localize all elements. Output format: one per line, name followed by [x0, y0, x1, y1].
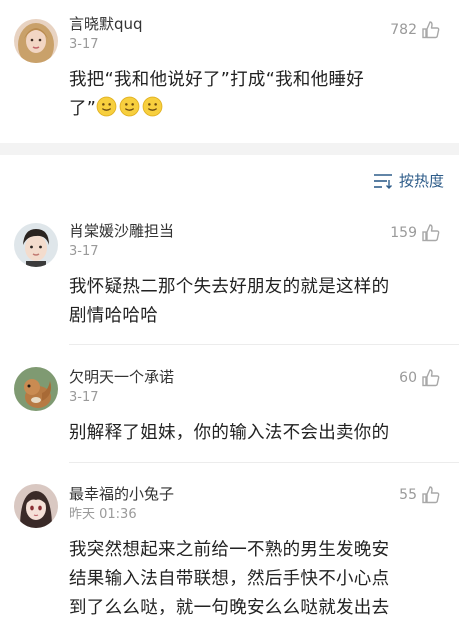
divider — [69, 462, 459, 463]
avatar[interactable] — [14, 367, 58, 411]
thumbs-up-icon — [422, 486, 440, 504]
comment-date: 3-17 — [69, 37, 99, 52]
comment-text-line: 结果输入法自带联想，然后手快不小心点 — [69, 569, 390, 589]
comment-text-line: 别解释了姐妹，你的输入法不会出卖你的 — [69, 423, 390, 443]
like-count: 60 — [399, 370, 417, 386]
sort-by-hot-button[interactable]: 按热度 — [373, 170, 444, 191]
like-button[interactable]: 159 — [390, 223, 441, 243]
smile-emoji-icon — [119, 96, 140, 117]
comment-text-line: 我把“我和他说好了”打成“我和他睡好 — [69, 70, 365, 90]
comment-text-line: 我怀疑热二那个失去好朋友的就是这样的 — [69, 277, 390, 297]
like-button[interactable]: 55 — [399, 485, 441, 505]
smile-emoji-icon — [142, 96, 163, 117]
comment-date: 3-17 — [69, 390, 99, 405]
comment-date: 昨天 01:36 — [69, 507, 137, 522]
comment-text: 我突然想起来之前给一不熟的男生发晚安 结果输入法自带联想，然后手快不小心点 到了… — [69, 536, 441, 623]
sort-lines-icon — [373, 173, 392, 189]
comment-text-line: 到了么么哒，就一句晚安么么哒就发出去 — [69, 598, 390, 618]
sort-label: 按热度 — [398, 172, 444, 190]
like-button[interactable]: 782 — [390, 20, 441, 40]
username[interactable]: 欠明天一个承诺 — [69, 367, 441, 387]
comment-text-fragment: 了” — [69, 99, 97, 119]
comment-item: 肖棠媛沙雕担当 3-17 159 我怀疑热二那个失去好朋友的就是这样的 剧情哈哈… — [0, 221, 459, 331]
comment-text: 我把“我和他说好了”打成“我和他睡好 了” — [69, 66, 441, 124]
thumbs-up-icon — [422, 224, 440, 242]
avatar[interactable] — [14, 484, 58, 528]
like-count: 159 — [390, 225, 417, 241]
thumbs-up-icon — [422, 21, 440, 39]
avatar[interactable] — [14, 223, 58, 267]
comment-item: 最幸福的小兔子 昨天 01:36 55 我突然想起来之前给一不熟的男生发晚安 结… — [0, 484, 459, 623]
avatar-blonde-girl-icon — [14, 19, 58, 63]
divider — [69, 344, 459, 345]
like-count: 55 — [399, 487, 417, 503]
comment-text-line: 了” — [69, 95, 441, 124]
comment-date: 3-17 — [69, 244, 99, 259]
avatar[interactable] — [14, 19, 58, 63]
smile-emoji-icon — [96, 96, 117, 117]
comment-item: 欠明天一个承诺 3-17 60 别解释了姐妹，你的输入法不会出卖你的 — [0, 367, 459, 448]
avatar-squirrel-icon — [14, 367, 58, 411]
username[interactable]: 肖棠媛沙雕担当 — [69, 221, 441, 241]
section-separator — [0, 143, 459, 155]
comment-text: 我怀疑热二那个失去好朋友的就是这样的 剧情哈哈哈 — [69, 273, 441, 331]
like-button[interactable]: 60 — [399, 368, 441, 388]
avatar-anime-girl-icon — [14, 484, 58, 528]
username[interactable]: 最幸福的小兔子 — [69, 484, 441, 504]
username[interactable]: 言晓默quq — [69, 14, 441, 34]
comment-text-line: 我突然想起来之前给一不熟的男生发晚安 — [69, 540, 390, 560]
thumbs-up-icon — [422, 369, 440, 387]
comment-text-line: 剧情哈哈哈 — [69, 306, 158, 326]
like-count: 782 — [390, 22, 417, 38]
comment-item: 言晓默quq 3-17 782 我把“我和他说好了”打成“我和他睡好 了” — [0, 14, 459, 124]
comment-text: 别解释了姐妹，你的输入法不会出卖你的 — [69, 419, 441, 448]
avatar-boy-portrait-icon — [14, 223, 58, 267]
